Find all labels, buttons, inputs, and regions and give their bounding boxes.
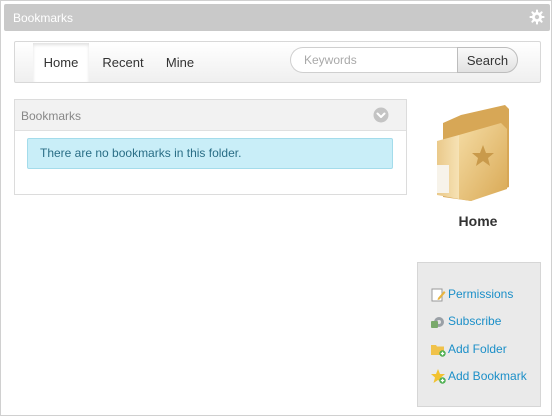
add-folder-link[interactable]: Add Folder — [430, 340, 507, 358]
title-bar: Bookmarks — [4, 4, 550, 31]
empty-message: There are no bookmarks in this folder. — [27, 138, 393, 169]
actions-panel: Permissions Subscribe Add Folder Add Boo… — [417, 262, 541, 407]
nav-bar: Home Recent Mine Search — [14, 41, 541, 83]
panel-title: Bookmarks — [21, 109, 82, 123]
tab-mine[interactable]: Mine — [157, 43, 203, 82]
permissions-icon — [431, 288, 446, 302]
add-folder-label: Add Folder — [448, 342, 507, 356]
bookmarks-panel: Bookmarks There are no bookmarks in this… — [14, 99, 407, 195]
tab-home[interactable]: Home — [33, 43, 89, 82]
subscribe-icon — [431, 317, 444, 328]
tab-recent[interactable]: Recent — [95, 43, 151, 82]
search-input[interactable] — [290, 47, 458, 73]
folder-name: Home — [458, 213, 498, 229]
panel-header: Bookmarks — [15, 100, 406, 131]
search-form: Search — [290, 47, 518, 73]
bookmarks-portlet: Bookmarks Home Recent Mine Search Bookma… — [0, 0, 552, 416]
search-button[interactable]: Search — [457, 47, 518, 73]
gear-icon[interactable] — [529, 9, 545, 25]
add-bookmark-icon — [431, 369, 446, 384]
add-folder-icon — [431, 345, 446, 357]
subscribe-label: Subscribe — [448, 314, 502, 328]
folder-star-icon — [437, 105, 509, 201]
permissions-link[interactable]: Permissions — [430, 285, 513, 303]
add-bookmark-link[interactable]: Add Bookmark — [430, 367, 527, 385]
window-title: Bookmarks — [13, 11, 74, 25]
add-bookmark-label: Add Bookmark — [448, 369, 527, 383]
subscribe-link[interactable]: Subscribe — [430, 312, 501, 330]
permissions-label: Permissions — [448, 287, 514, 301]
chevron-down-circle-icon[interactable] — [373, 107, 389, 123]
